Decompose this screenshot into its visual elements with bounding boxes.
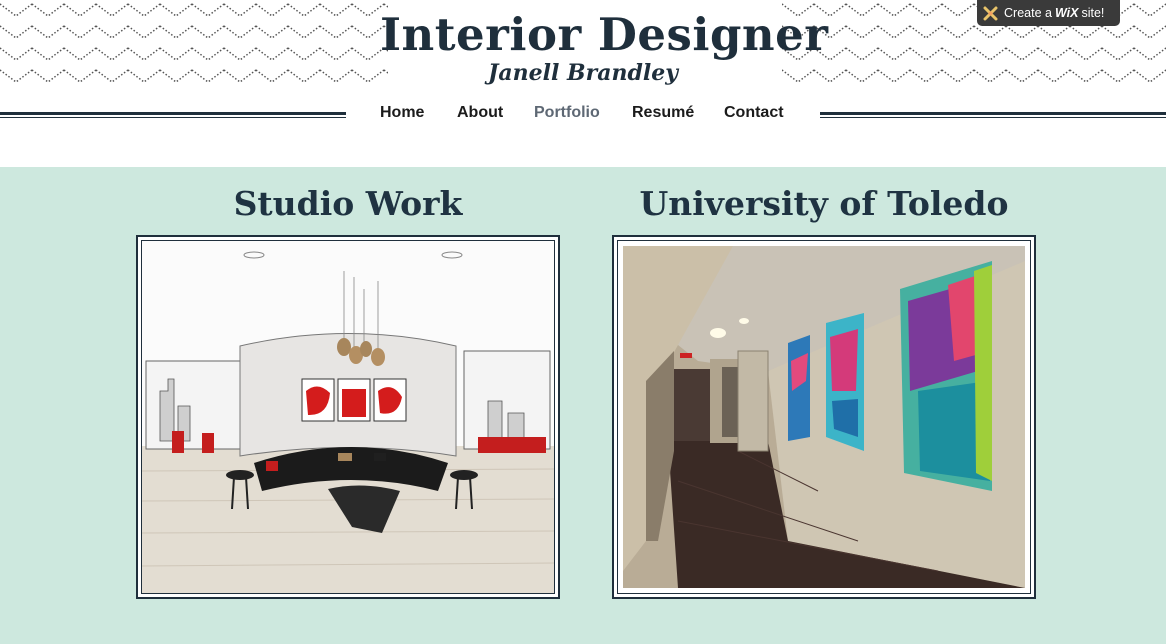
- create-wix-site-badge[interactable]: Create a WiX site!: [977, 0, 1120, 26]
- site-header: Interior Designer Janell Brandley Home A…: [0, 0, 1166, 167]
- gallery-title-university-of-toledo: University of Toledo: [639, 184, 1009, 223]
- nav-rule-right: [820, 112, 1166, 118]
- wix-badge-prefix: Create a: [1004, 6, 1052, 20]
- wix-badge-suffix: site!: [1081, 6, 1105, 20]
- studio-work-image-frame[interactable]: [136, 235, 560, 599]
- wix-badge-brand: WiX: [1054, 6, 1079, 20]
- nav-rule-left: [0, 112, 346, 118]
- nav-item-home[interactable]: Home: [380, 104, 424, 122]
- nav-item-portfolio[interactable]: Portfolio: [534, 104, 600, 122]
- frame-inner-border: [141, 240, 555, 594]
- nav-item-resume[interactable]: Resumé: [632, 104, 694, 122]
- hallway-photo-image: [618, 241, 1030, 593]
- wix-logo-icon: [983, 6, 998, 20]
- chevron-pattern-left: [0, 0, 388, 88]
- gallery-title-studio-work: Studio Work: [233, 184, 463, 223]
- site-subtitle: Janell Brandley: [488, 60, 678, 86]
- frame-inner-border: [617, 240, 1031, 594]
- nav-item-about[interactable]: About: [457, 104, 503, 122]
- university-of-toledo-image-frame[interactable]: [612, 235, 1036, 599]
- site-title[interactable]: Interior Designer: [380, 8, 828, 61]
- studio-rendering-image: [142, 241, 554, 593]
- nav-item-contact[interactable]: Contact: [724, 104, 784, 122]
